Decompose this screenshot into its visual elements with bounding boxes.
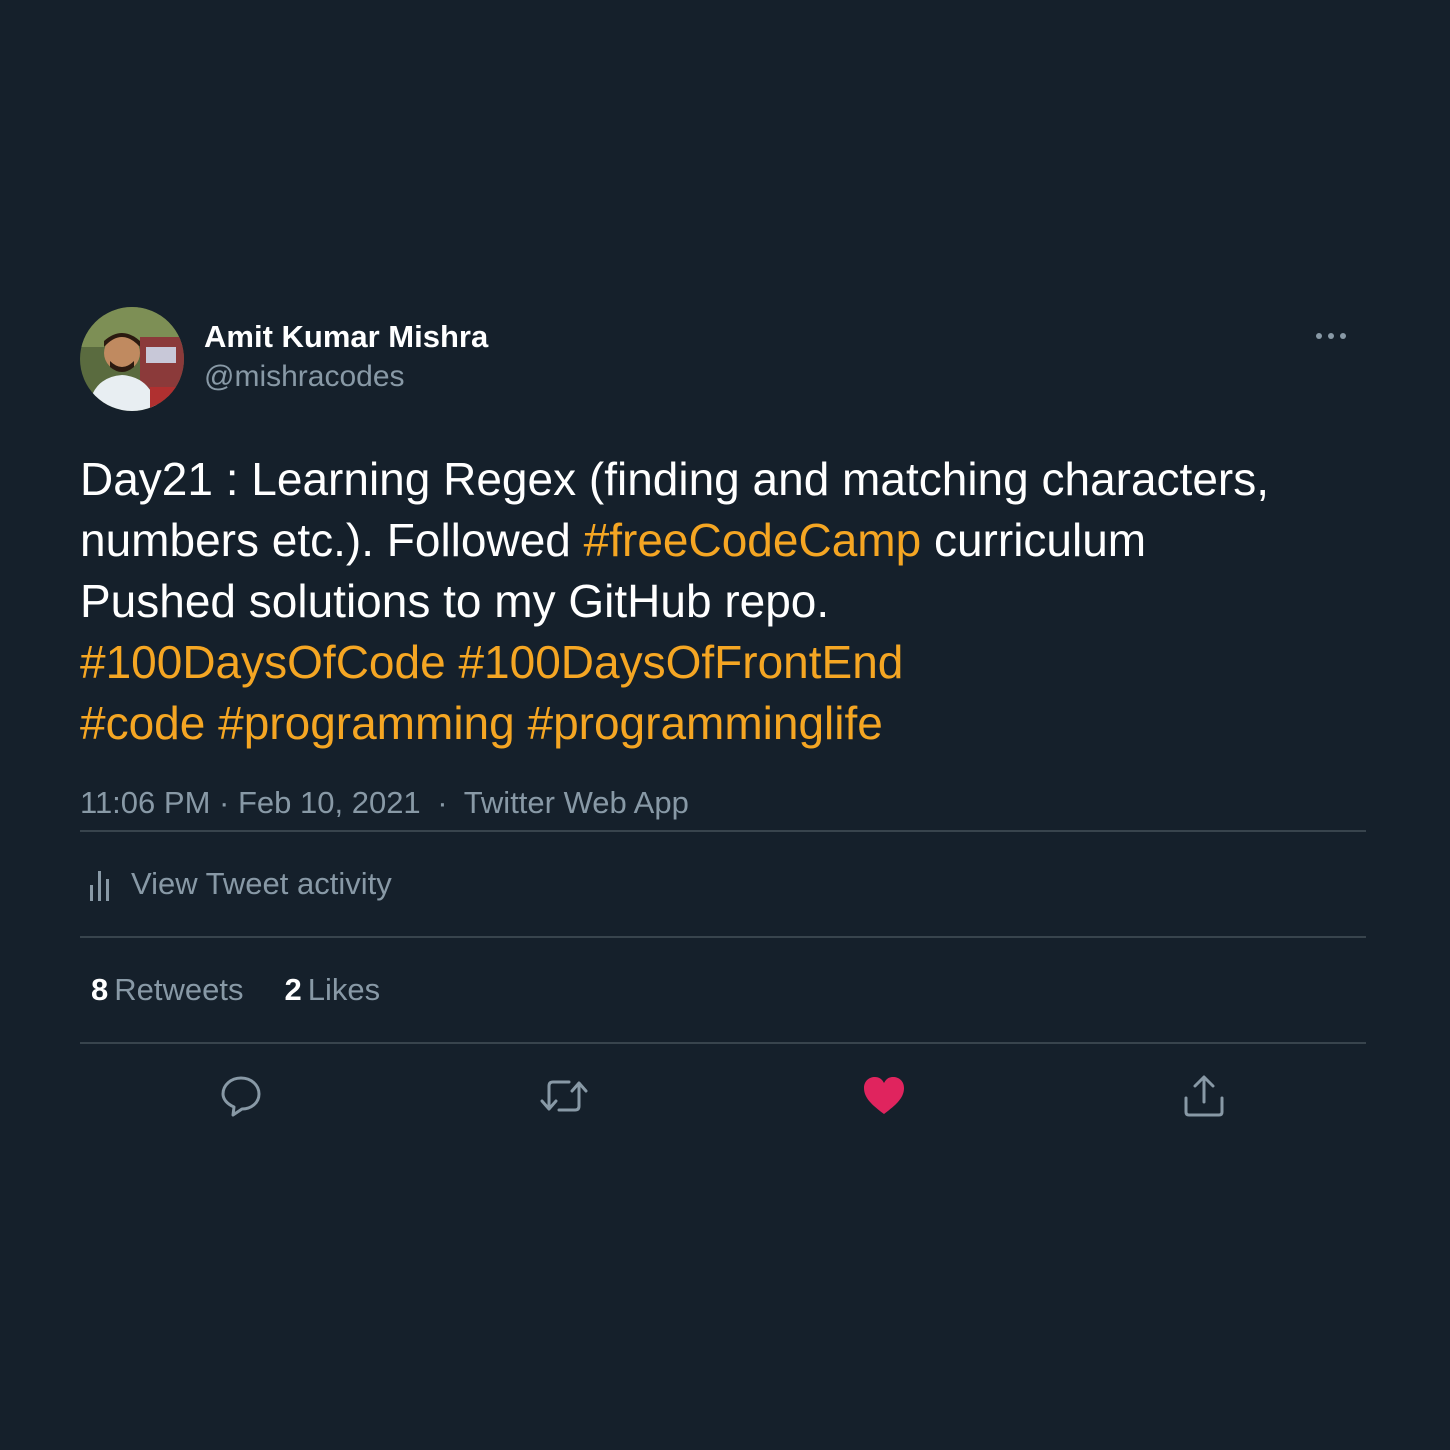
tweet-actions	[80, 1044, 1366, 1148]
share-icon[interactable]	[1182, 1074, 1226, 1118]
hashtag-link[interactable]: #100DaysOfFrontEnd	[458, 636, 903, 688]
tweet-line: Day21 : Learning Regex (finding and matc…	[80, 449, 1366, 510]
hashtag-link[interactable]: #programminglife	[527, 697, 882, 749]
likes-count: 2	[284, 972, 302, 1007]
author-handle[interactable]: @mishracodes	[204, 360, 405, 394]
tweet-source[interactable]: Twitter Web App	[464, 785, 689, 820]
tweet-text-segment	[205, 697, 218, 749]
view-activity-button[interactable]: View Tweet activity	[80, 832, 1366, 936]
tweet-meta: 11:06 PM · Feb 10, 2021 · Twitter Web Ap…	[80, 776, 1366, 830]
tweet-stats: 8 Retweets 2 Likes	[80, 938, 1366, 1042]
hashtag-link[interactable]: #freeCodeCamp	[584, 514, 922, 566]
meta-separator: ·	[437, 785, 448, 820]
tweet-text-segment: Day21 : Learning Regex (finding and matc…	[80, 453, 1270, 505]
retweets-stat[interactable]: 8 Retweets	[91, 972, 243, 1008]
tweet-text-segment: numbers etc.). Followed	[80, 514, 584, 566]
tweet-line: numbers etc.). Followed #freeCodeCamp cu…	[80, 510, 1366, 571]
tweet-time[interactable]: 11:06 PM	[80, 785, 210, 820]
tweet-card: Amit Kumar Mishra @mishracodes Day21 : L…	[80, 307, 1366, 1148]
retweets-count: 8	[91, 972, 109, 1007]
view-activity-label: View Tweet activity	[131, 866, 392, 901]
likes-label: Likes	[307, 972, 381, 1007]
tweet-line: #100DaysOfCode #100DaysOfFrontEnd	[80, 632, 1366, 693]
retweets-label: Retweets	[114, 972, 244, 1007]
tweet-text-segment	[446, 636, 459, 688]
tweet-text-segment	[515, 697, 528, 749]
author-name[interactable]: Amit Kumar Mishra	[204, 319, 488, 355]
tweet-header: Amit Kumar Mishra @mishracodes	[80, 307, 1366, 411]
tweet-text: Day21 : Learning Regex (finding and matc…	[80, 449, 1366, 754]
tweet-line: #code #programming #programminglife	[80, 693, 1366, 754]
tweet-date[interactable]: Feb 10, 2021	[238, 785, 421, 820]
reply-icon[interactable]	[219, 1074, 263, 1118]
like-icon[interactable]	[862, 1074, 906, 1118]
more-options-icon[interactable]	[1314, 329, 1348, 343]
retweet-icon[interactable]	[539, 1074, 588, 1118]
tweet-line: Pushed solutions to my GitHub repo.	[80, 571, 1366, 632]
tweet-text-segment: curriculum	[921, 514, 1147, 566]
likes-stat[interactable]: 2 Likes	[284, 972, 380, 1008]
hashtag-link[interactable]: #programming	[218, 697, 515, 749]
hashtag-link[interactable]: #code	[80, 697, 205, 749]
hashtag-link[interactable]: #100DaysOfCode	[80, 636, 446, 688]
bar-chart-icon	[90, 871, 109, 901]
meta-separator: ·	[219, 785, 230, 820]
tweet-text-segment: Pushed solutions to my GitHub repo.	[80, 575, 830, 627]
avatar[interactable]	[80, 307, 184, 411]
